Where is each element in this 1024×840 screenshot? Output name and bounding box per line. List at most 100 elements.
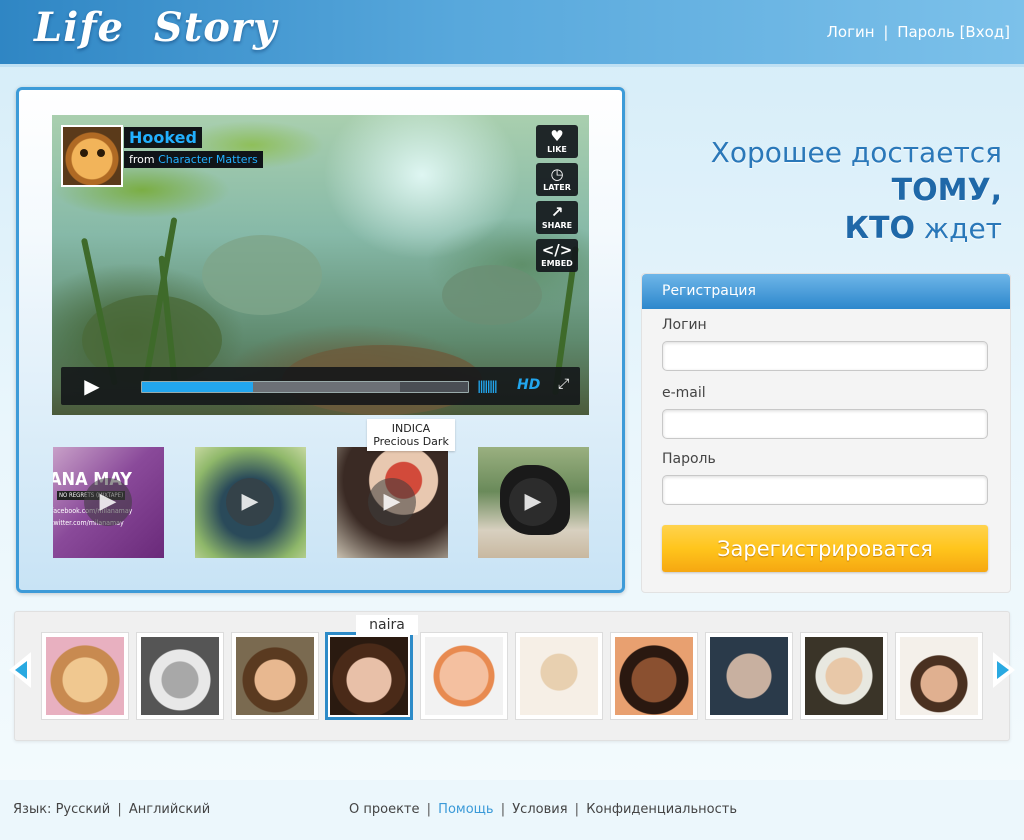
- register-button[interactable]: Зарегистрироватся: [662, 525, 988, 572]
- user-photo: [141, 637, 219, 715]
- user-photo: [520, 637, 598, 715]
- like-button[interactable]: ♥ LIKE: [536, 125, 578, 158]
- site-logo[interactable]: Life Story: [34, 4, 277, 51]
- separator: |: [117, 802, 122, 817]
- user-tile-einstein[interactable]: [136, 632, 224, 720]
- hd-button[interactable]: HD: [517, 377, 540, 393]
- user-tile-woman-smile[interactable]: [610, 632, 698, 720]
- password-label: Пароль: [662, 451, 716, 467]
- tooltip-line-2: Precious Dark: [373, 435, 449, 448]
- user-tile-baby[interactable]: [420, 632, 508, 720]
- slogan-emphasis: КТО: [844, 211, 915, 246]
- share-button[interactable]: ↗ SHARE: [536, 201, 578, 234]
- thumbnail-indica[interactable]: ▶: [337, 447, 448, 558]
- login-label: Логин: [662, 317, 707, 333]
- play-icon: ▶: [84, 374, 100, 398]
- slogan-text: Хорошее достается: [710, 136, 1002, 169]
- thumbnail-blue-leaf[interactable]: ▶: [195, 447, 306, 558]
- slogan: Хорошее достается ТОМУ, КТО ждет: [630, 134, 1002, 248]
- carousel-next-arrow-icon[interactable]: [993, 652, 1015, 688]
- user-tile-girl[interactable]: [231, 632, 319, 720]
- play-icon: ▶: [368, 478, 416, 526]
- privacy-link[interactable]: Конфиденциальность: [586, 802, 737, 817]
- from-label: from: [129, 153, 155, 166]
- password-link[interactable]: Пароль: [897, 23, 955, 41]
- video-title[interactable]: Hooked: [124, 127, 202, 148]
- registration-title: Регистрация: [662, 283, 756, 299]
- login-input[interactable]: [662, 341, 988, 371]
- fullscreen-icon[interactable]: ⤢: [558, 376, 569, 392]
- slogan-text: ждет: [923, 212, 1002, 245]
- separator: |: [883, 23, 889, 41]
- slogan-line-1: Хорошее достается ТОМУ,: [630, 134, 1002, 210]
- lang-english-link[interactable]: Английский: [129, 802, 210, 817]
- users-carousel: naira: [9, 611, 1015, 741]
- clock-icon: ◷: [550, 165, 564, 183]
- user-photo: [425, 637, 503, 715]
- thumbnail-black-horse[interactable]: ▶: [478, 447, 589, 558]
- play-button[interactable]: ▶: [61, 367, 123, 405]
- scene-rock: [202, 235, 322, 315]
- user-photo: [805, 637, 883, 715]
- about-link[interactable]: О проекте: [349, 802, 420, 817]
- video-player[interactable]: Hooked from Character Matters ♥ LIKE ◷ L…: [52, 115, 589, 415]
- enter-link[interactable]: [Вход]: [960, 23, 1010, 41]
- registration-header: Регистрация: [642, 274, 1010, 309]
- lang-russian-link[interactable]: Русский: [56, 802, 111, 817]
- footer-links: О проекте | Помощь | Условия | Конфиденц…: [349, 802, 737, 817]
- user-tile-cowgirl[interactable]: [895, 632, 983, 720]
- password-input[interactable]: [662, 475, 988, 505]
- video-author-link[interactable]: Character Matters: [158, 153, 258, 166]
- language-switcher: Язык: Русский | Английский: [13, 802, 210, 817]
- video-author-line: from Character Matters: [124, 151, 263, 168]
- user-photo: [236, 637, 314, 715]
- carousel-prev-arrow-icon[interactable]: [9, 652, 31, 688]
- player-controls: ▶ |||||||| HD ⤢: [61, 367, 580, 405]
- user-photo: [710, 637, 788, 715]
- channel-avatar[interactable]: [61, 125, 123, 187]
- user-photo: [900, 637, 978, 715]
- code-icon: </>: [541, 241, 573, 259]
- header: Life Story Логин | Пароль [Вход]: [0, 0, 1024, 67]
- separator: |: [500, 802, 506, 817]
- later-label: LATER: [543, 183, 571, 192]
- language-label: Язык:: [13, 802, 52, 817]
- play-icon: ▶: [509, 478, 557, 526]
- avatar-eye: [80, 149, 88, 157]
- volume-icon[interactable]: ||||||||: [477, 379, 498, 393]
- user-tile-woman-light[interactable]: [515, 632, 603, 720]
- user-tile-man-bald[interactable]: [705, 632, 793, 720]
- help-link[interactable]: Помощь: [438, 802, 493, 817]
- avatar-eye: [97, 149, 105, 157]
- like-label: LIKE: [547, 145, 567, 154]
- separator: |: [574, 802, 580, 817]
- user-photo: [615, 637, 693, 715]
- footer: Язык: Русский | Английский О проекте | П…: [0, 780, 1024, 840]
- user-tile-naira[interactable]: [325, 632, 413, 720]
- registration-form: Регистрация Логин e-mail Пароль Зарегист…: [641, 273, 1011, 593]
- tooltip-line-1: INDICA: [391, 422, 431, 435]
- user-tile-washington[interactable]: [800, 632, 888, 720]
- later-button[interactable]: ◷ LATER: [536, 163, 578, 196]
- user-tile-hamster[interactable]: [41, 632, 129, 720]
- share-label: SHARE: [541, 221, 573, 230]
- embed-label: EMBED: [541, 259, 573, 268]
- slogan-emphasis: ТОМУ,: [891, 173, 1002, 208]
- embed-button[interactable]: </> EMBED: [536, 239, 578, 272]
- scene-rock: [442, 265, 542, 325]
- login-link[interactable]: Логин: [827, 23, 875, 41]
- terms-link[interactable]: Условия: [512, 802, 567, 817]
- video-panel: Hooked from Character Matters ♥ LIKE ◷ L…: [16, 87, 625, 593]
- email-label: e-mail: [662, 385, 706, 401]
- user-photo: [46, 637, 124, 715]
- play-icon: ▶: [84, 478, 132, 526]
- user-tooltip: naira: [356, 615, 418, 635]
- heart-icon: ♥: [550, 127, 564, 145]
- share-icon: ↗: [550, 203, 564, 221]
- thumbnail-ana-may[interactable]: ANA MAY NO REGRETS (MIXTAPE) facebook.co…: [53, 447, 164, 558]
- slogan-line-2: КТО ждет: [630, 210, 1002, 248]
- user-photo: [330, 637, 408, 715]
- separator: |: [426, 802, 432, 817]
- email-input[interactable]: [662, 409, 988, 439]
- progress-bar[interactable]: [141, 381, 469, 393]
